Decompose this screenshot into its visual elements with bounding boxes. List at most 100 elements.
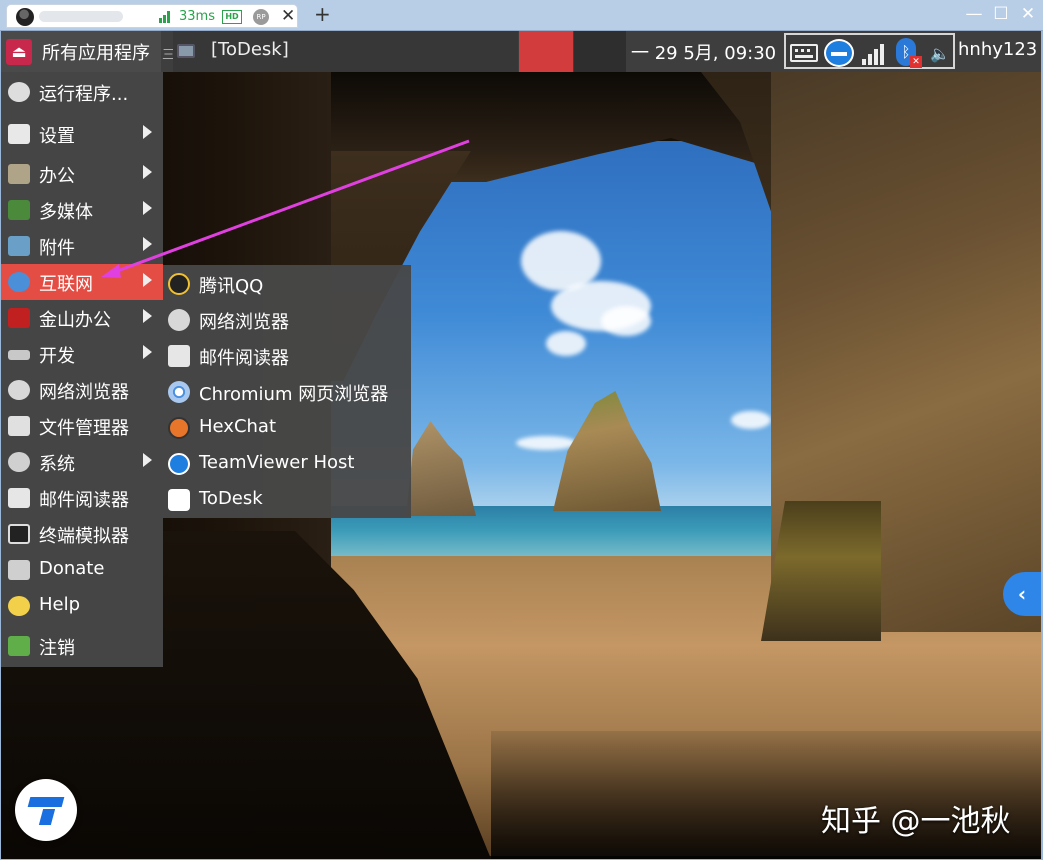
window-icon: [177, 44, 195, 58]
workspace-2[interactable]: [574, 31, 626, 72]
menu-item-label: 文件管理器: [39, 418, 129, 439]
settings-icon: [8, 124, 30, 144]
internet-icon: [8, 272, 30, 292]
taskbar-window-label: [ToDesk]: [211, 39, 289, 60]
menu-item-label: 运行程序...: [39, 84, 129, 105]
submenu-item-qq[interactable]: 腾讯QQ: [163, 266, 411, 302]
menu-item-logout[interactable]: 注销: [1, 628, 163, 664]
watermark: 知乎 @一池秋: [821, 804, 1011, 839]
workspace-1[interactable]: [519, 31, 573, 72]
menu-item-settings[interactable]: 设置: [1, 116, 163, 152]
submenu-arrow-icon: [143, 201, 152, 215]
menu-item-label: Donate: [39, 558, 105, 579]
development-icon: [8, 350, 30, 360]
menu-item-label: Help: [39, 594, 81, 615]
internet-submenu: 腾讯QQ 网络浏览器 邮件阅读器 Chromium 网页浏览器 HexChat …: [163, 265, 411, 518]
signal-icon: [159, 11, 173, 23]
username-label[interactable]: hnhy123: [958, 39, 1037, 60]
close-window-icon[interactable]: ✕: [1017, 4, 1039, 24]
submenu-item-label: ToDesk: [199, 488, 263, 509]
close-tab-icon[interactable]: ✕: [281, 6, 295, 26]
taskbar-window-todesk[interactable]: [ToDesk]: [173, 31, 518, 72]
menu-item-label: 设置: [39, 126, 75, 147]
submenu-item-hexchat[interactable]: HexChat: [163, 410, 411, 446]
menu-item-label: 网络浏览器: [39, 382, 129, 403]
submenu-item-label: 腾讯QQ: [199, 276, 264, 297]
applications-menu-label: 所有应用程序: [42, 43, 150, 64]
menu-item-accessories[interactable]: 附件: [1, 228, 163, 264]
submenu-item-chromium[interactable]: Chromium 网页浏览器: [163, 374, 411, 410]
menu-item-office[interactable]: 办公: [1, 156, 163, 192]
file-manager-icon: [8, 416, 30, 436]
minimize-icon[interactable]: —: [963, 4, 985, 24]
submenu-arrow-icon: [143, 165, 152, 179]
menu-item-label: 注销: [39, 638, 75, 659]
mail-icon: [8, 488, 30, 508]
submenu-item-label: HexChat: [199, 416, 277, 437]
donate-icon: [8, 560, 30, 580]
hexchat-icon: [168, 417, 190, 439]
remote-desktop-window: 33ms HD RP ✕ + — ☐ ✕ ⏏ 所有应用程序 三 [ToDesk]…: [0, 0, 1043, 860]
menu-item-label: 系统: [39, 454, 75, 475]
submenu-item-label: Chromium 网页浏览器: [199, 384, 389, 405]
menu-item-internet[interactable]: 互联网: [1, 264, 163, 300]
submenu-arrow-icon: [143, 237, 152, 251]
qq-icon: [168, 273, 190, 295]
network-icon[interactable]: [862, 43, 886, 65]
hd-badge[interactable]: HD: [222, 10, 242, 24]
menu-item-web-browser[interactable]: 网络浏览器: [1, 372, 163, 408]
menu-item-donate[interactable]: Donate: [1, 552, 163, 588]
submenu-arrow-icon: [143, 345, 152, 359]
side-panel-toggle-button[interactable]: ‹: [1003, 572, 1041, 616]
menu-item-label: 附件: [39, 238, 75, 259]
teamviewer-tray-icon[interactable]: [824, 39, 854, 67]
blurred-device-name: [39, 11, 123, 22]
volume-icon[interactable]: 🔈: [930, 44, 950, 63]
menu-item-run[interactable]: 运行程序...: [1, 74, 163, 110]
menu-item-file-manager[interactable]: 文件管理器: [1, 408, 163, 444]
system-tray: ᛒ ✕ 🔈: [784, 33, 955, 69]
office-icon: [8, 164, 30, 184]
multimedia-icon: [8, 200, 30, 220]
accessories-icon: [8, 236, 30, 256]
submenu-item-teamviewer[interactable]: TeamViewer Host: [163, 446, 411, 482]
new-tab-button[interactable]: +: [314, 4, 331, 24]
menu-item-label: 多媒体: [39, 202, 93, 223]
menu-item-mail-reader[interactable]: 邮件阅读器: [1, 480, 163, 516]
clock[interactable]: 一 29 5月, 09:30: [631, 39, 776, 65]
submenu-item-label: 邮件阅读器: [199, 348, 289, 369]
mail-icon: [168, 345, 190, 367]
session-tab[interactable]: 33ms HD RP ✕: [6, 4, 298, 28]
avatar: [16, 8, 34, 26]
browser-icon: [8, 380, 30, 400]
remote-session-bar: 33ms HD RP ✕ + — ☐ ✕: [0, 0, 1043, 31]
keyboard-icon[interactable]: [790, 44, 818, 62]
submenu-item-mail-reader[interactable]: 邮件阅读器: [163, 338, 411, 374]
maximize-icon[interactable]: ☐: [990, 4, 1012, 24]
submenu-arrow-icon: [143, 125, 152, 139]
bluetooth-off-badge-icon: ✕: [910, 56, 922, 68]
submenu-item-todesk[interactable]: ToDesk: [163, 482, 411, 518]
wps-icon: [8, 308, 30, 328]
submenu-item-web-browser[interactable]: 网络浏览器: [163, 302, 411, 338]
teamviewer-icon: [168, 453, 190, 475]
todesk-floating-button[interactable]: [15, 779, 77, 841]
menu-item-wps[interactable]: 金山办公: [1, 300, 163, 336]
menu-item-development[interactable]: 开发: [1, 336, 163, 372]
submenu-arrow-icon: [143, 273, 152, 287]
top-panel: ⏏ 所有应用程序 三 [ToDesk] 一 29 5月, 09:30 ᛒ ✕ 🔈…: [1, 31, 1041, 72]
terminal-icon: [8, 524, 30, 544]
todesk-icon: [168, 489, 190, 511]
applications-menu-button[interactable]: ⏏ 所有应用程序: [1, 31, 161, 72]
menu-item-terminal[interactable]: 终端模拟器: [1, 516, 163, 552]
rp-badge[interactable]: RP: [253, 9, 269, 25]
submenu-item-label: TeamViewer Host: [199, 452, 355, 473]
chromium-icon: [168, 381, 190, 403]
panel-separator: 三: [162, 48, 176, 63]
submenu-item-label: 网络浏览器: [199, 312, 289, 333]
run-icon: [8, 82, 30, 102]
menu-item-help[interactable]: Help: [1, 588, 163, 624]
menu-item-multimedia[interactable]: 多媒体: [1, 192, 163, 228]
menu-item-system[interactable]: 系统: [1, 444, 163, 480]
remote-desktop: ⏏ 所有应用程序 三 [ToDesk] 一 29 5月, 09:30 ᛒ ✕ 🔈…: [1, 31, 1041, 859]
